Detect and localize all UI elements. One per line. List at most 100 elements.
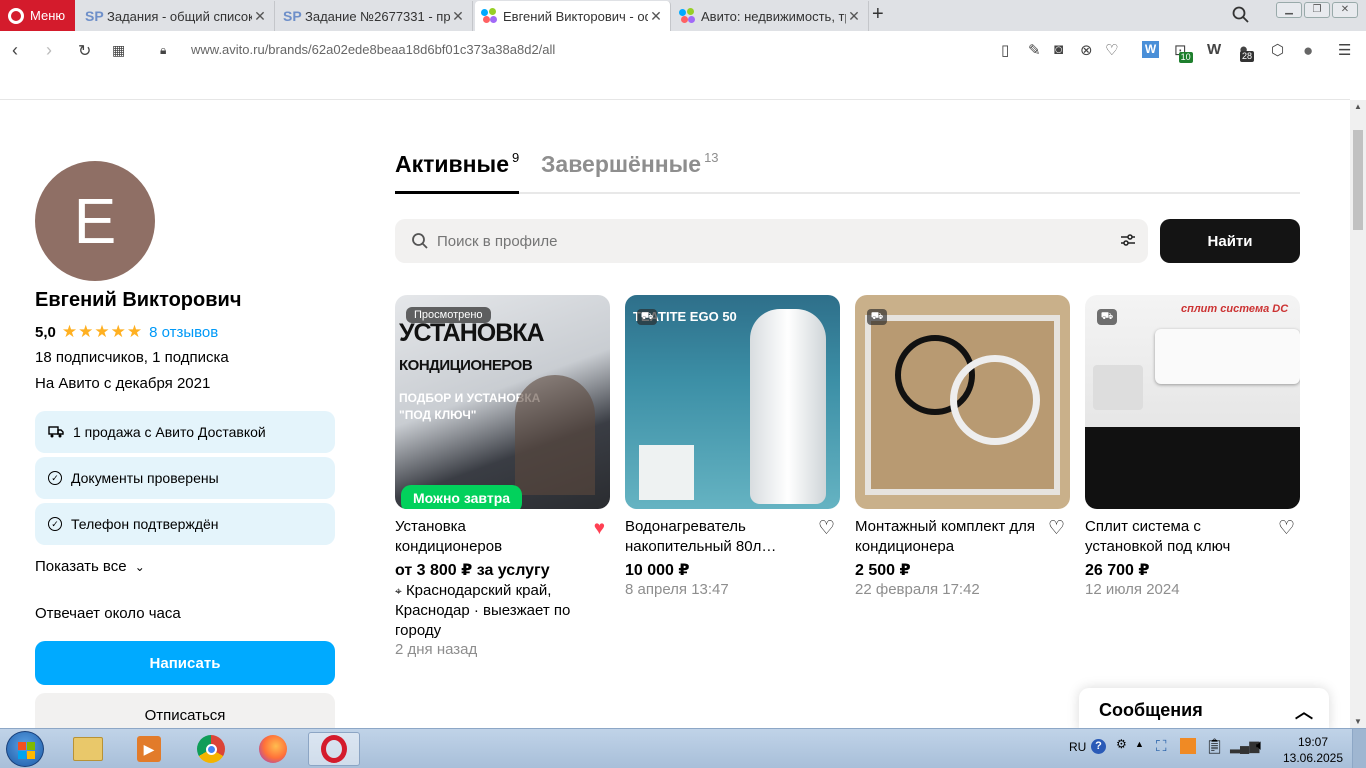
cube-icon[interactable]: ⬡ (1271, 41, 1284, 59)
listing-card[interactable]: TEATITE EGO 50 ⛟ Водонагреватель накопит… (625, 295, 840, 598)
media-player-taskbar-button[interactable]: ▶ (123, 732, 175, 766)
listing-image[interactable]: сплит система DC ⛟ (1085, 295, 1300, 509)
scroll-up-icon[interactable]: ▲ (1354, 102, 1362, 111)
volume-icon[interactable]: 🔈︎ (1256, 737, 1265, 754)
maximize-icon[interactable]: ❐ (1304, 2, 1330, 18)
close-window-icon[interactable]: ✕ (1332, 2, 1358, 18)
screenshot-tool-icon[interactable]: ⛶ (1156, 738, 1167, 755)
listing-date: 8 апреля 13:47 (625, 581, 729, 598)
back-icon[interactable]: ‹ (12, 40, 18, 61)
badge-text: Телефон подтверждён (71, 516, 219, 532)
tab-active-listings[interactable]: Активные 9 (395, 150, 520, 194)
sp-favicon-icon: SP (283, 8, 302, 24)
scrollbar-thumb[interactable] (1353, 130, 1363, 230)
heart-bookmark-icon[interactable]: ♡ (1105, 41, 1118, 59)
opera-taskbar-button[interactable] (308, 732, 360, 766)
tray-expand-icon[interactable]: ▲ (1135, 739, 1144, 749)
reload-icon[interactable]: ↻ (78, 41, 91, 61)
browser-menu-button[interactable]: Меню (0, 0, 75, 31)
extension-icon[interactable]: ● 28 (1239, 41, 1255, 62)
camera-icon[interactable]: ◙ (1054, 41, 1063, 58)
help-icon[interactable]: ? (1091, 739, 1106, 754)
browser-tab-title: Задание №2677331 - про (305, 8, 450, 24)
close-tab-icon[interactable]: ✕ (252, 8, 268, 25)
favorite-heart-icon[interactable]: ♡ (1048, 519, 1065, 538)
show-desktop-button[interactable] (1352, 729, 1366, 768)
network-signal-icon[interactable]: ▂▄▆ (1230, 738, 1259, 754)
avito-favicon-icon (679, 8, 695, 24)
edit-icon[interactable]: ✎ (1028, 41, 1041, 59)
language-indicator[interactable]: RU (1069, 740, 1086, 754)
listing-card[interactable]: УСТАНОВКА КОНДИЦИОНЕРОВ ПОДБОР И УСТАНОВ… (395, 295, 610, 658)
minimize-icon[interactable]: ▁ (1276, 2, 1302, 18)
browser-tab-title: Авито: недвижимость, тра (701, 8, 846, 24)
tab-search-icon[interactable] (1232, 6, 1250, 24)
clipboard-icon[interactable]: 📋︎ (1205, 737, 1224, 755)
divider (0, 99, 1350, 100)
opera-icon (321, 735, 347, 763)
listing-image[interactable]: TEATITE EGO 50 ⛟ (625, 295, 840, 509)
browser-tab-active[interactable]: Евгений Викторович - оф ✕ (475, 1, 671, 31)
system-clock[interactable]: 19:07 13.06.2025 (1282, 734, 1344, 766)
chevron-up-icon[interactable]: ︿ (1295, 698, 1313, 724)
favorite-heart-icon[interactable]: ♡ (1278, 519, 1295, 538)
url-field[interactable]: www.avito.ru/brands/62a02ede8beaa18d6bf0… (191, 42, 555, 57)
page-scrollbar[interactable]: ▲ ▼ (1350, 100, 1366, 728)
listing-title[interactable]: Сплит система с установкой под ключ (1085, 517, 1265, 557)
member-since: На Авито с декабря 2021 (35, 375, 211, 392)
browser-tab[interactable]: SP Задание №2677331 - про ✕ (277, 1, 473, 31)
start-button[interactable] (6, 731, 44, 767)
firefox-taskbar-button[interactable] (247, 732, 299, 766)
wikipedia-extension-icon[interactable]: W (1207, 41, 1221, 58)
listing-image[interactable]: УСТАНОВКА КОНДИЦИОНЕРОВ ПОДБОР И УСТАНОВ… (395, 295, 610, 509)
w-extension-icon[interactable]: W (1142, 41, 1159, 58)
unsubscribe-button[interactable]: Отписаться (35, 693, 335, 728)
star-rating-icon: ★★★★★ (61, 322, 144, 341)
tab-completed-listings[interactable]: Завершённые 13 (541, 150, 719, 178)
tracker-block-icon[interactable]: ⊗ (1080, 41, 1093, 59)
favorite-heart-icon[interactable]: ♥ (594, 519, 605, 538)
reader-mode-icon[interactable]: ▯ (1001, 41, 1009, 59)
browser-tab[interactable]: SP Задания - общий список з ✕ (79, 1, 275, 31)
profile-icon[interactable]: ● (1303, 41, 1313, 61)
delivery-badge[interactable]: 1 продажа с Авито Доставкой (35, 411, 335, 453)
tray-settings-icon[interactable]: ⚙ (1116, 737, 1127, 751)
search-input[interactable] (437, 232, 1148, 250)
listing-title[interactable]: Установка кондиционеров (395, 517, 575, 557)
scroll-down-icon[interactable]: ▼ (1354, 717, 1362, 726)
write-message-button[interactable]: Написать (35, 641, 335, 685)
find-button[interactable]: Найти (1160, 219, 1300, 263)
close-tab-icon[interactable]: ✕ (450, 8, 466, 25)
phone-verified-badge[interactable]: ✓ Телефон подтверждён (35, 503, 335, 545)
listing-card[interactable]: сплит система DC ⛟ Сплит система с устан… (1085, 295, 1300, 598)
new-tab-icon[interactable]: + (872, 3, 884, 26)
listing-image[interactable]: ⛟ (855, 295, 1070, 509)
menu-lines-icon[interactable]: ☰ (1338, 41, 1351, 59)
extension-badge: 10 (1178, 52, 1193, 63)
close-tab-icon[interactable]: ✕ (846, 8, 862, 25)
close-tab-icon[interactable]: ✕ (648, 8, 664, 25)
explorer-taskbar-button[interactable] (62, 732, 114, 766)
listing-title[interactable]: Водонагреватель накопительный 80л… (625, 517, 805, 557)
tray-app-icon[interactable] (1180, 738, 1196, 754)
browser-tab[interactable]: Авито: недвижимость, тра ✕ (673, 1, 869, 31)
chrome-taskbar-button[interactable] (185, 732, 237, 766)
listing-price: от 3 800 ₽ за услугу (395, 562, 550, 579)
clock-date: 13.06.2025 (1282, 751, 1344, 765)
filter-icon[interactable] (1120, 233, 1136, 247)
show-all-link[interactable]: Показать все ⌄ (35, 558, 145, 575)
followers-text[interactable]: 18 подписчиков, 1 подписка (35, 349, 229, 366)
location-text: Краснодарский край, Краснодар · выезжает… (395, 582, 571, 639)
reviews-link[interactable]: 8 отзывов (149, 324, 218, 341)
documents-verified-badge[interactable]: ✓ Документы проверены (35, 457, 335, 499)
listing-title[interactable]: Монтажный комплект для кондиционера (855, 517, 1035, 557)
avatar-letter: Е (73, 185, 117, 257)
messages-widget[interactable]: Сообщения ︿ (1079, 688, 1329, 728)
avatar[interactable]: Е (35, 161, 155, 281)
favorite-heart-icon[interactable]: ♡ (818, 519, 835, 538)
extension-icon[interactable]: ⊡ 10 (1174, 41, 1193, 63)
badge-text: 1 продажа с Авито Доставкой (73, 424, 266, 440)
forward-icon[interactable]: › (46, 40, 52, 61)
listing-card[interactable]: ⛟ Монтажный комплект для кондиционера ♡ … (855, 295, 1070, 598)
speed-dial-icon[interactable]: ▦ (112, 42, 125, 59)
